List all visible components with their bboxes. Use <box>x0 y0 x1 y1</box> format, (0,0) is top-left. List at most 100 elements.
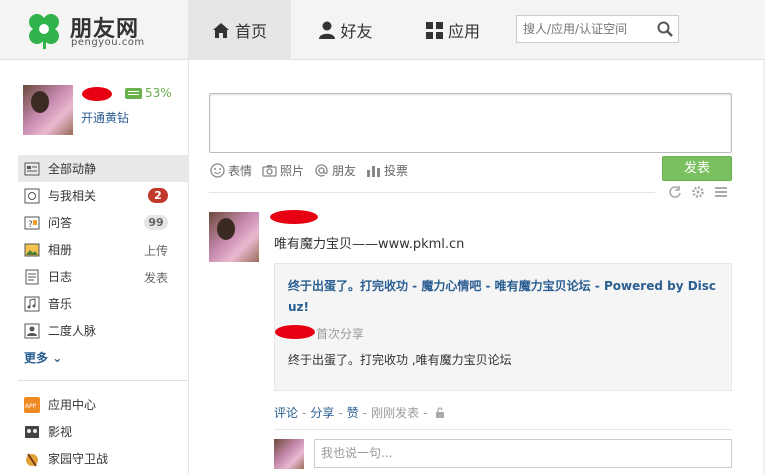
sidebar-item-label: 影视 <box>48 425 73 439</box>
app-list: APP 应用中心 影视 家园守卫战 <box>18 391 188 472</box>
first-share-label: 首次分享 <box>316 327 365 341</box>
smiley-icon <box>210 163 225 178</box>
vip-progress-percent: 53% <box>145 86 172 100</box>
tab-home[interactable]: 首页 <box>188 0 291 60</box>
video-icon <box>25 425 39 438</box>
feed-controls <box>668 185 728 199</box>
post-time: 刚刚发表 <box>371 406 420 420</box>
feed-icon <box>24 162 40 175</box>
sidebar-item-label: 二度人脉 <box>48 324 97 338</box>
apps-grid-icon <box>425 21 443 39</box>
share-link[interactable]: 分享 <box>310 404 334 421</box>
separator: - <box>338 405 343 420</box>
mention-friend-tool[interactable]: 朋友 <box>314 162 356 179</box>
separator: - <box>423 405 428 420</box>
chevron-down-icon: ⌄ <box>52 351 63 365</box>
comment-divider <box>274 429 732 430</box>
shared-link-description: 终于出蛋了。打完收功 ,唯有魔力宝贝论坛 <box>288 353 512 367</box>
feed-author-avatar[interactable] <box>209 212 259 262</box>
lock-icon <box>436 407 445 418</box>
mention-friend-label: 朋友 <box>332 164 357 178</box>
sidebar-item-label: 应用中心 <box>48 398 97 412</box>
open-yellow-diamond-link[interactable]: 开通黄钻 <box>81 109 129 126</box>
home-icon <box>212 22 229 38</box>
tab-friends[interactable]: 好友 <box>300 0 392 60</box>
username-redacted <box>82 87 112 101</box>
sidebar-item-label: 音乐 <box>48 297 73 311</box>
qa-icon: ? <box>24 216 40 230</box>
clover-logo-icon <box>29 14 59 49</box>
contacts-icon <box>24 323 40 338</box>
vip-level-icon <box>125 88 142 99</box>
app-center-icon: APP <box>24 396 40 413</box>
blog-icon <box>25 269 39 284</box>
photo-album-icon <box>24 243 40 256</box>
at-sign-icon <box>315 164 328 177</box>
music-icon <box>24 296 40 311</box>
user-avatar[interactable] <box>23 85 73 135</box>
first-sharer-name-redacted <box>275 325 315 339</box>
sidebar-divider <box>18 380 188 381</box>
sidebar-item-qa[interactable]: ? 问答 99 <box>18 209 188 236</box>
poll-tool[interactable]: 投票 <box>366 162 408 179</box>
search-icon[interactable] <box>656 20 674 38</box>
person-icon <box>319 21 336 39</box>
emoji-tool[interactable]: 表情 <box>210 162 252 179</box>
separator: - <box>302 405 307 420</box>
feed-author-name-redacted <box>270 210 318 224</box>
photo-tool[interactable]: 照片 <box>262 162 304 179</box>
upload-link[interactable]: 上传 <box>144 242 168 259</box>
tab-apps[interactable]: 应用 <box>405 0 501 60</box>
more-link[interactable]: 更多 ⌄ <box>24 349 62 366</box>
composer-tools: 表情 照片 朋友 投票 <box>210 162 418 179</box>
search-input[interactable] <box>517 16 652 42</box>
sidebar-item-music[interactable]: 音乐 <box>18 290 188 317</box>
notification-badge: 2 <box>148 188 168 203</box>
column-divider <box>188 60 189 475</box>
sidebar-nav: 全部动静 与我相关 2 ? 问答 99 相册 上传 日志 发表 音乐 二度人脉 <box>18 155 188 344</box>
post-button[interactable]: 发表 <box>662 156 732 181</box>
publish-link[interactable]: 发表 <box>144 269 168 286</box>
shared-link-card: 终于出蛋了。打完收功 - 魔力心情吧 - 唯有魔力宝贝论坛 - Powered … <box>274 263 732 391</box>
gear-icon[interactable] <box>691 185 705 199</box>
sidebar-item-app-center[interactable]: APP 应用中心 <box>18 391 188 418</box>
count-badge: 99 <box>144 215 168 230</box>
tab-friends-label: 好友 <box>340 22 373 41</box>
like-link[interactable]: 赞 <box>347 404 359 421</box>
comment-input[interactable]: 我也说一句... <box>314 439 732 468</box>
list-view-icon[interactable] <box>714 185 728 199</box>
tab-apps-label: 应用 <box>447 22 480 41</box>
sidebar-item-albums[interactable]: 相册 上传 <box>18 236 188 263</box>
bar-chart-icon <box>367 166 381 177</box>
svg-text:?: ? <box>28 220 33 230</box>
composer-divider <box>209 192 655 193</box>
sidebar-item-label: 日志 <box>48 270 73 284</box>
logo[interactable]: 朋友网 pengyou.com <box>24 10 184 52</box>
commenter-avatar <box>274 439 304 469</box>
comment-link[interactable]: 评论 <box>274 404 298 421</box>
sidebar-item-label: 相册 <box>48 243 73 257</box>
more-label: 更多 <box>24 351 49 365</box>
sidebar-item-label: 问答 <box>48 216 73 230</box>
shared-link-title[interactable]: 终于出蛋了。打完收功 - 魔力心情吧 - 唯有魔力宝贝论坛 - Powered … <box>288 276 723 318</box>
game-icon <box>26 452 38 467</box>
top-header: 朋友网 pengyou.com 首页 好友 应用 <box>0 0 765 60</box>
sidebar-item-mentions[interactable]: 与我相关 2 <box>18 182 188 209</box>
mention-icon <box>24 188 40 203</box>
camera-icon <box>262 165 277 177</box>
status-textarea[interactable] <box>209 93 732 153</box>
refresh-icon[interactable] <box>668 185 682 199</box>
sidebar-item-video[interactable]: 影视 <box>18 418 188 445</box>
feed-actions: 评论 - 分享 - 赞 - 刚刚发表 - <box>274 404 445 421</box>
sidebar-item-label: 全部动静 <box>48 162 97 176</box>
sidebar-item-game[interactable]: 家园守卫战 <box>18 445 188 472</box>
sidebar-item-all-feeds[interactable]: 全部动静 <box>18 155 188 182</box>
poll-tool-label: 投票 <box>384 164 409 178</box>
tab-home-label: 首页 <box>234 22 267 41</box>
feed-text: 唯有魔力宝贝——www.pkml.cn <box>274 237 465 252</box>
logo-subtext: pengyou.com <box>71 37 145 48</box>
sidebar-item-label: 家园守卫战 <box>48 452 109 466</box>
search-box <box>516 15 679 43</box>
sidebar-item-contacts[interactable]: 二度人脉 <box>18 317 188 344</box>
sidebar-item-blog[interactable]: 日志 发表 <box>18 263 188 290</box>
